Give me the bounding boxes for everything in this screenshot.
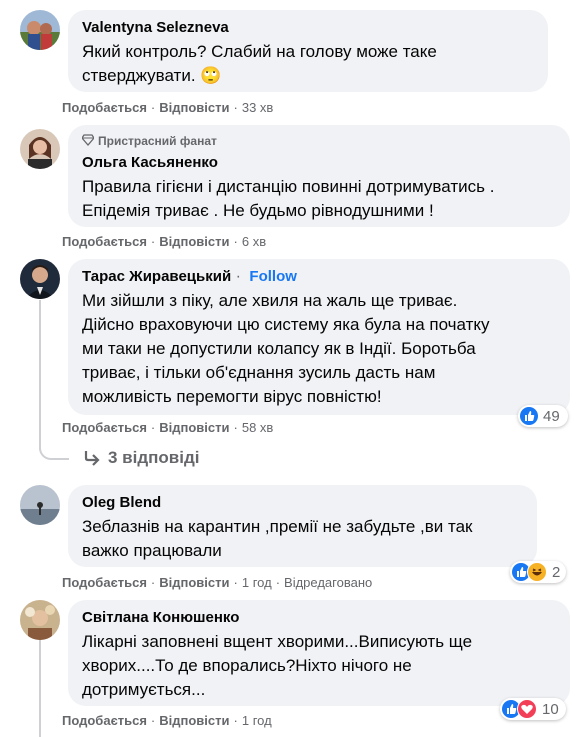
comment: Світлана Конюшенко Лікарні заповнені вще… (20, 600, 584, 720)
timestamp[interactable]: 6 хв (242, 234, 266, 249)
view-replies-button[interactable]: 3 відповіді (82, 448, 199, 468)
reply-link[interactable]: Відповісти (159, 234, 229, 249)
avatar[interactable] (20, 600, 60, 640)
reply-link[interactable]: Відповісти (159, 575, 229, 590)
comment-bubble: Oleg Blend Зеблазнів на карантин ,премії… (68, 485, 537, 567)
like-link[interactable]: Подобається (62, 713, 147, 728)
comment-text: Який контроль? Слабий на голову може так… (82, 42, 437, 85)
gem-icon (82, 134, 94, 146)
comment-text: Лікарні заповнені вщент хворими...Випису… (82, 632, 473, 699)
timestamp[interactable]: 1 год (242, 575, 272, 590)
reply-link[interactable]: Відповісти (159, 420, 229, 435)
comment-bubble: Пристрасний фанат Ольга Касьяненко Прави… (68, 125, 570, 227)
timestamp[interactable]: 33 хв (242, 100, 273, 115)
edited-label[interactable]: Відредаговано (284, 575, 372, 590)
like-link[interactable]: Подобається (62, 100, 147, 115)
reaction-count[interactable]: 2 (510, 561, 566, 583)
comment-bubble: Valentyna Selezneva Який контроль? Слаби… (68, 10, 548, 92)
reaction-number: 2 (552, 563, 561, 581)
love-icon (517, 699, 537, 719)
reaction-count[interactable]: 10 (500, 698, 566, 720)
avatar[interactable] (20, 485, 60, 525)
reaction-count[interactable]: 49 (518, 405, 568, 427)
fan-badge: Пристрасний фанат (82, 133, 558, 149)
comment-bubble: Тарас Жиравецький · Follow Ми зійшли з п… (68, 259, 570, 415)
comment-actions: Подобається · Відповісти · 6 хв (62, 234, 267, 249)
avatar[interactable] (20, 259, 60, 299)
comment-text: Ми зійшли з піку, але хвиля на жаль ще т… (82, 291, 490, 406)
comment-text: Зеблазнів на карантин ,премії не забудьт… (82, 517, 473, 560)
replies-label: 3 відповіді (108, 448, 200, 467)
comment-actions: Подобається · Відповісти · 1 год (62, 713, 272, 728)
comment-actions: Подобається · Відповісти · 58 хв (62, 420, 274, 435)
avatar[interactable] (20, 129, 60, 169)
reaction-number: 49 (543, 407, 560, 425)
timestamp[interactable]: 1 год (242, 713, 272, 728)
comment: Тарас Жиравецький · Follow Ми зійшли з п… (20, 259, 584, 427)
reaction-number: 10 (542, 700, 559, 718)
like-link[interactable]: Подобається (62, 575, 147, 590)
comment-actions: Подобається · Відповісти · 33 хв (62, 100, 274, 115)
author-name[interactable]: Тарас Жиравецький (82, 268, 231, 285)
like-icon (520, 407, 538, 425)
author-name[interactable]: Світлана Конюшенко (82, 609, 239, 626)
reply-link[interactable]: Відповісти (159, 100, 229, 115)
reply-link[interactable]: Відповісти (159, 713, 229, 728)
comment: Пристрасний фанат Ольга Касьяненко Прави… (20, 125, 584, 235)
author-name[interactable]: Ольга Касьяненко (82, 154, 218, 171)
reply-arrow-icon (84, 451, 100, 466)
avatar[interactable] (20, 10, 60, 50)
follow-button[interactable]: Follow (249, 268, 297, 285)
comment-bubble: Світлана Конюшенко Лікарні заповнені вще… (68, 600, 570, 706)
author-name[interactable]: Oleg Blend (82, 494, 161, 511)
comment: Oleg Blend Зеблазнів на карантин ,премії… (20, 485, 584, 585)
badge-label: Пристрасний фанат (98, 134, 217, 148)
author-name[interactable]: Valentyna Selezneva (82, 19, 229, 36)
like-link[interactable]: Подобається (62, 420, 147, 435)
comment-actions: Подобається · Відповісти · 1 год · Відредагова… (62, 575, 373, 590)
timestamp[interactable]: 58 хв (242, 420, 273, 435)
comment-text: Правила гігієни і дистанцію повинні дотр… (82, 177, 495, 220)
haha-icon (527, 562, 547, 582)
like-link[interactable]: Подобається (62, 234, 147, 249)
